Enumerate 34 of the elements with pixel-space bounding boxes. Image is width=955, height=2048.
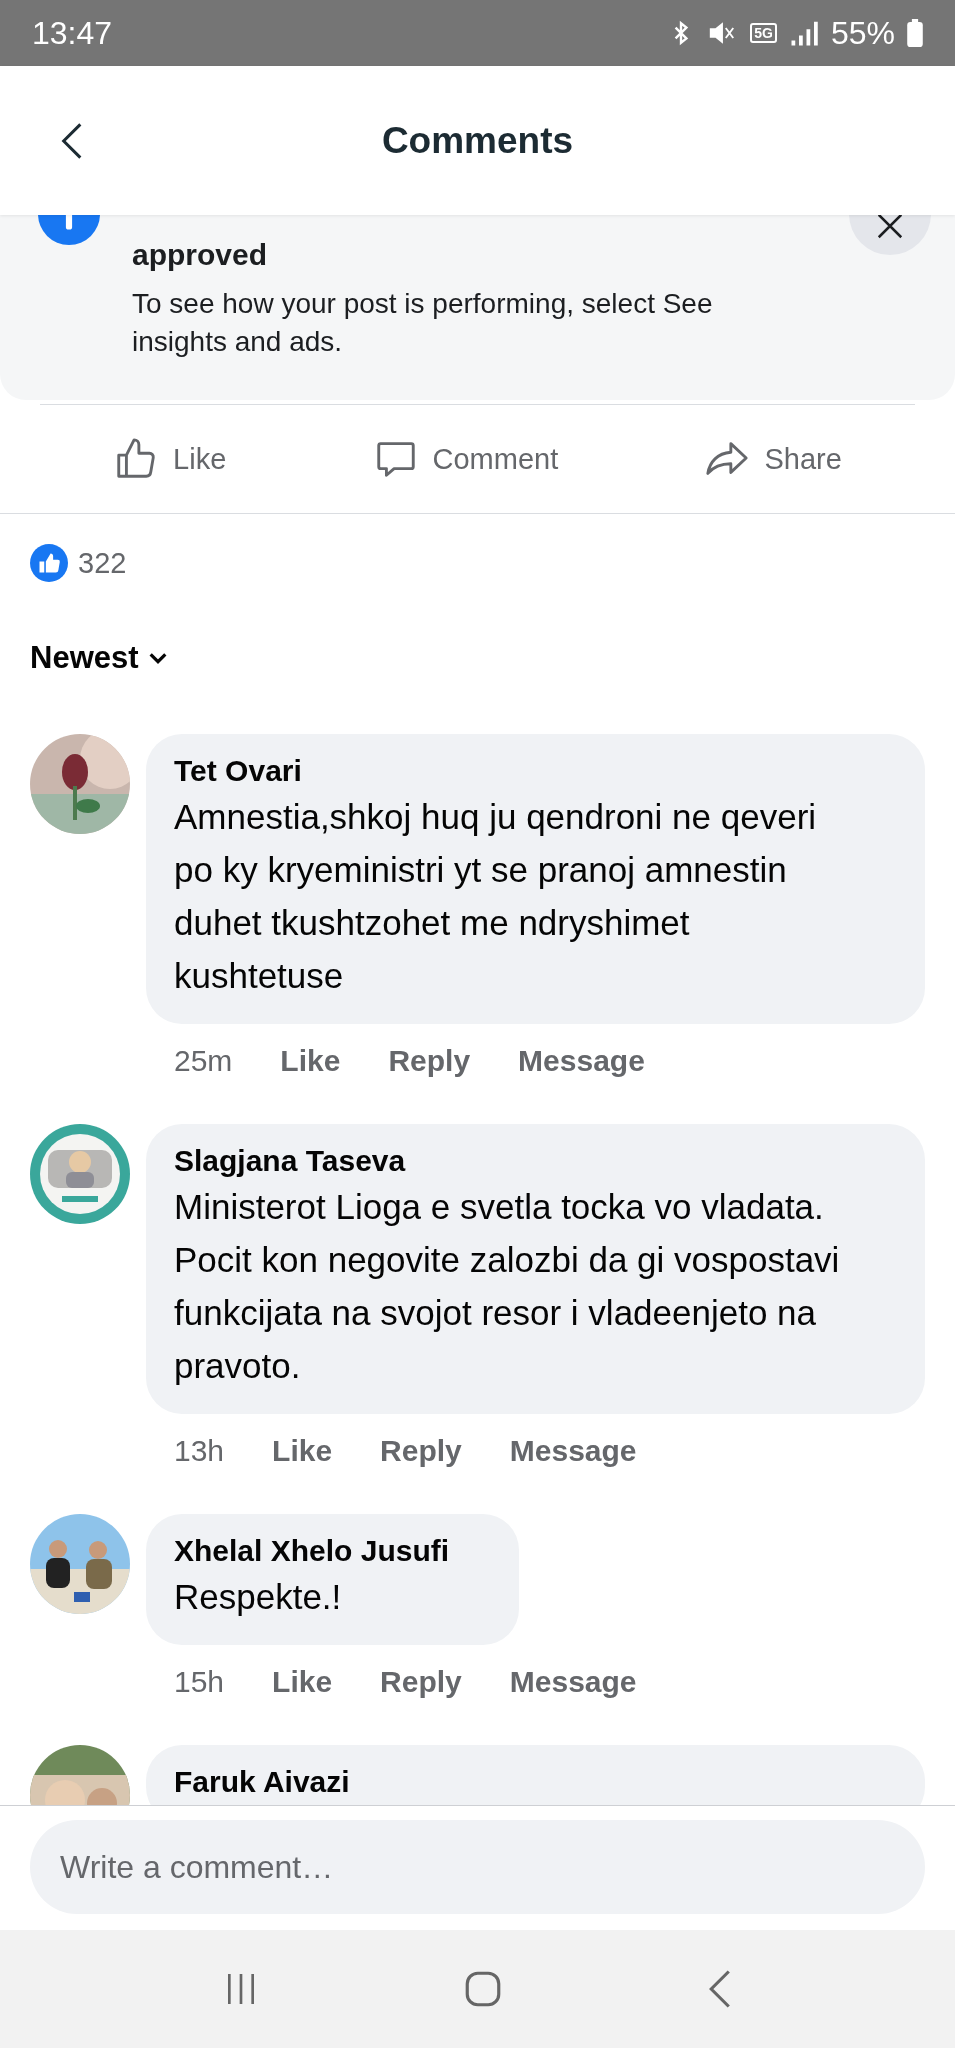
comment-text: Respekte.!	[174, 1576, 343, 1618]
comment-action-link[interactable]: Like	[272, 1665, 333, 1699]
share-button[interactable]: Share	[696, 428, 850, 490]
comment-action-link[interactable]: Reply	[380, 1434, 462, 1468]
comment-time: 25m	[174, 1044, 233, 1078]
comment-action-link[interactable]: Reply	[380, 1665, 462, 1699]
comment-input[interactable]: Write a comment…	[30, 1820, 925, 1914]
battery-icon	[907, 19, 923, 47]
battery-percent: 55%	[830, 14, 895, 52]
comment-button[interactable]: Comment	[364, 428, 567, 490]
sort-dropdown[interactable]: Newest	[30, 640, 169, 676]
like-button[interactable]: Like	[105, 428, 235, 490]
status-time: 13:47	[32, 14, 113, 52]
comment-author[interactable]: Xhelal Xhelo Jusufi	[174, 1532, 450, 1570]
comment-text: Amnestia,shkoj huq ju qendroni ne qeveri po ky kryeministri yt se pranoj amnestin duhet tkushtzohet me ndryshimet kushtetuse	[174, 796, 818, 997]
comment-author[interactable]: Slagjana Taseva	[174, 1142, 855, 1180]
like-reaction-icon	[30, 544, 68, 582]
comment-time: 13h	[174, 1434, 225, 1468]
network-badge: 5G	[750, 23, 777, 43]
comment-action-link[interactable]: Message	[509, 1434, 637, 1468]
comment-action-link[interactable]: Like	[272, 1434, 333, 1468]
page-title: Comments	[381, 119, 574, 162]
comment-author[interactable]: Faruk Aivazi	[174, 1763, 855, 1801]
comment-author[interactable]: Tet Ovari	[174, 752, 855, 790]
comment-action-link[interactable]: Like	[280, 1044, 341, 1078]
reaction-count[interactable]: 322	[78, 546, 127, 580]
comment-action-link[interactable]: Message	[509, 1665, 637, 1699]
comment-time: 15h	[174, 1665, 225, 1699]
close-icon	[875, 215, 905, 241]
notice-title: approved	[132, 237, 269, 273]
notice-text: To see how your post is performing, select See insights and ads.	[132, 287, 714, 359]
comment-action-link[interactable]: Message	[518, 1044, 645, 1078]
comment-text: Ministerot Lioga e svetla tocka vo vladata. Pocit kon negovite zalozbi da gi vospostavi funkcijata na svojot resor i vladeenjeto na pravoto.	[174, 1186, 841, 1387]
comment-action-link[interactable]: Reply	[388, 1044, 471, 1078]
